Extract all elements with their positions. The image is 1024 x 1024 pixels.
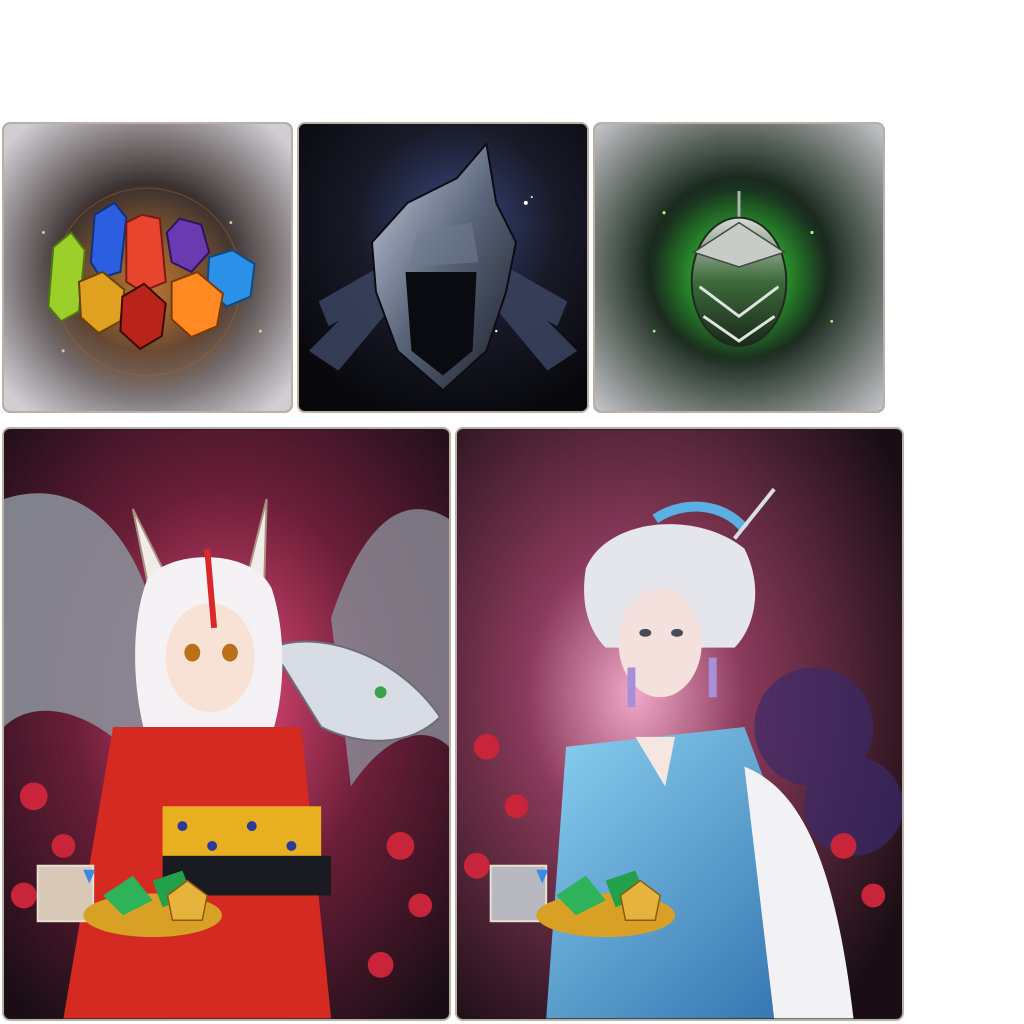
- egg-icon: [595, 124, 883, 411]
- helmet-icon: [299, 124, 587, 411]
- snow-kimono-card[interactable]: snow-kimono-character-bundle: [455, 427, 904, 1021]
- green-egg-card[interactable]: green-armor-egg: [593, 122, 885, 413]
- dark-helmet-card[interactable]: dark-knight-helmet: [297, 122, 589, 413]
- gems-bundle-card[interactable]: elemental-gems-bundle: [2, 122, 293, 413]
- fox-kimono-card[interactable]: fox-kimono-character-bundle: [2, 427, 451, 1021]
- kimono-lady-icon: [457, 429, 902, 1019]
- gems-icon: [4, 124, 291, 411]
- fox-girl-icon: [4, 429, 449, 1019]
